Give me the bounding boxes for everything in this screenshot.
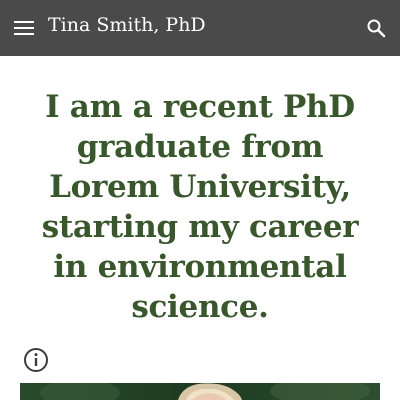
search-button[interactable] — [364, 16, 388, 40]
info-button[interactable] — [23, 347, 49, 373]
portrait-photo — [20, 383, 380, 400]
top-app-bar: Tina Smith, PhD — [0, 0, 400, 56]
menu-button[interactable] — [12, 16, 36, 40]
menu-icon — [14, 21, 34, 35]
search-icon — [367, 19, 386, 38]
site-title[interactable]: Tina Smith, PhD — [48, 14, 206, 36]
hero-heading: I am a recent PhD graduate from Lorem Un… — [41, 89, 359, 325]
info-icon — [24, 348, 48, 372]
